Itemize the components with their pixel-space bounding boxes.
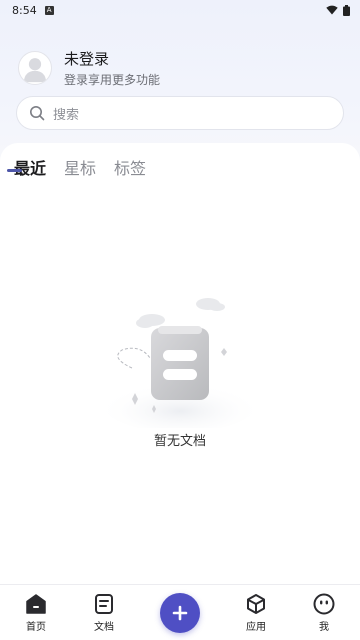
tab-recent[interactable]: 最近 (14, 155, 46, 179)
profile-name: 未登录 (64, 50, 110, 68)
home-icon (26, 594, 46, 614)
nav-me[interactable]: 我 (299, 593, 349, 633)
document-icon (95, 594, 113, 614)
nav-apps[interactable]: 应用 (231, 593, 281, 633)
tab-tags[interactable]: 标签 (114, 155, 146, 179)
nav-me-label: 我 (319, 622, 329, 633)
status-bar: 8:54 A (0, 0, 360, 20)
nav-documents[interactable]: 文档 (79, 593, 129, 633)
empty-state-text: 暂无文档 (153, 434, 206, 449)
cube-icon (247, 594, 265, 614)
tab-starred[interactable]: 星标 (64, 155, 96, 179)
plus-icon (172, 605, 188, 621)
active-tab-indicator (7, 169, 22, 172)
status-right (326, 4, 350, 16)
nav-home[interactable]: 首页 (11, 593, 61, 633)
battery-icon (343, 4, 350, 16)
profile-subtitle: 登录享用更多功能 (64, 73, 161, 87)
app-notification-icon: A (44, 5, 54, 15)
search-placeholder: 搜索 (53, 107, 80, 123)
avatar[interactable] (18, 51, 52, 85)
content-card: 最近 星标 标签 暂无文档 (0, 143, 360, 585)
status-left: 8:54 A (12, 4, 54, 17)
profile-header[interactable]: 未登录 登录享用更多功能 (18, 48, 160, 88)
status-time: 8:54 (12, 3, 37, 17)
nav-documents-label: 文档 (94, 622, 114, 633)
search-icon (30, 106, 45, 121)
app-screen: 8:54 A 未登录 登录享用更多功能 搜索 最近 星标 标签 暂无文档 首页 … (0, 0, 360, 640)
bottom-navigation: 首页 文档 应用 我 (0, 584, 360, 640)
wifi-icon (326, 5, 338, 15)
tab-bar: 最近 星标 标签 (14, 155, 146, 179)
empty-state: 暂无文档 (0, 298, 360, 458)
nav-home-label: 首页 (26, 622, 46, 633)
nav-apps-label: 应用 (246, 622, 266, 633)
default-avatar-icon (23, 58, 47, 83)
profile-text: 未登录 登录享用更多功能 (64, 48, 160, 88)
search-bar[interactable]: 搜索 (16, 96, 344, 130)
empty-documents-illustration (104, 298, 256, 428)
face-icon (313, 593, 335, 615)
create-button[interactable] (160, 593, 200, 633)
